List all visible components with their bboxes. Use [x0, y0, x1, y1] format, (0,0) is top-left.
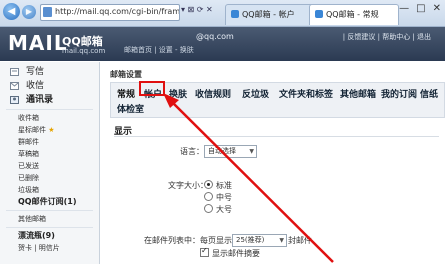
- address-bar[interactable]: http://mail.qq.com/cgi-bin/frame_html?si…: [40, 4, 180, 21]
- mail-logo[interactable]: MAIL: [8, 31, 68, 55]
- sidebar-divider: [6, 210, 93, 211]
- forward-icon[interactable]: ▶: [22, 5, 36, 19]
- user-email[interactable]: @qq.com: [196, 32, 234, 41]
- sidebar-item-group[interactable]: 群邮件: [0, 136, 99, 148]
- tab-other-mail[interactable]: 其他邮箱: [340, 87, 376, 100]
- tab-antispam[interactable]: 反垃圾: [242, 87, 269, 100]
- sidebar-item-deleted[interactable]: 已删除: [0, 172, 99, 184]
- tab-general[interactable]: 常规: [117, 87, 135, 100]
- sidebar-compose[interactable]: 写信: [0, 65, 99, 79]
- sidebar-inbox-check[interactable]: 收信: [0, 79, 99, 93]
- sidebar-item-other-mail[interactable]: 其他邮箱: [0, 213, 99, 225]
- radio-icon: [204, 204, 213, 213]
- close-icon[interactable]: ✕: [433, 3, 441, 14]
- language-select[interactable]: 自动选择: [204, 145, 257, 158]
- tab-label: QQ邮箱 - 帐户: [242, 10, 295, 19]
- tab-label: QQ邮箱 - 常规: [326, 10, 379, 19]
- sidebar-label: 收信: [26, 81, 45, 91]
- font-standard-radio[interactable]: 标准: [204, 180, 232, 191]
- tab-skin[interactable]: 换肤: [169, 87, 187, 100]
- browser-tab-general[interactable]: QQ邮箱 - 常规: [309, 4, 399, 25]
- sidebar-label: 通讯录: [26, 95, 54, 105]
- section-divider: [114, 136, 439, 137]
- address-url: http://mail.qq.com/cgi-bin/frame_html?si…: [55, 7, 180, 16]
- radio-icon: [204, 180, 213, 189]
- page-title: 邮箱设置: [110, 70, 142, 79]
- tab-stationery[interactable]: 信纸: [420, 87, 438, 100]
- header-links[interactable]: 邮箱首页 | 设置 - 换肤: [124, 45, 194, 55]
- contacts-icon: [10, 96, 19, 104]
- sidebar-item-spam[interactable]: 垃圾箱: [0, 184, 99, 196]
- logo-sub: mail.qq.com: [62, 47, 106, 55]
- receive-icon: [10, 82, 19, 90]
- sidebar-divider: [6, 109, 93, 110]
- window-controls: — □ ✕: [392, 3, 441, 14]
- mail-header: MAIL QQ邮箱 mail.qq.com @qq.com 邮箱首页 | 设置 …: [0, 27, 445, 61]
- font-medium-radio[interactable]: 中号: [204, 192, 232, 203]
- checkbox-label: 显示邮件摘要: [212, 249, 260, 258]
- font-large-radio[interactable]: 大号: [204, 204, 232, 215]
- radio-icon: [204, 192, 213, 201]
- checkbox-icon: [200, 246, 209, 257]
- sidebar-label: 星标邮件: [18, 126, 46, 134]
- minimize-icon[interactable]: —: [399, 3, 409, 14]
- per-page-label: 每页显示: [200, 236, 232, 245]
- list-label: 在邮件列表中：: [144, 236, 200, 245]
- maximize-icon[interactable]: □: [416, 3, 425, 14]
- tab-rules[interactable]: 收信规则: [195, 87, 231, 100]
- sidebar-divider: [6, 227, 93, 228]
- tab-folders[interactable]: 文件夹和标签: [279, 87, 333, 100]
- sidebar-item-subscriptions[interactable]: QQ邮件订阅(1): [0, 196, 99, 208]
- browser-toolbar: ◀ ▶ http://mail.qq.com/cgi-bin/frame_htm…: [0, 0, 445, 27]
- sidebar-item-drafts[interactable]: 草稿箱: [0, 148, 99, 160]
- per-page-select[interactable]: 25(推荐): [232, 234, 287, 247]
- radio-label: 中号: [216, 193, 232, 202]
- tab-subscriptions[interactable]: 我的订阅: [381, 87, 417, 100]
- radio-label: 大号: [216, 205, 232, 214]
- show-summary-checkbox[interactable]: 显示邮件摘要: [200, 246, 260, 259]
- radio-label: 标准: [216, 181, 232, 190]
- star-icon: ★: [48, 126, 55, 134]
- sidebar: 写信 收信 通讯录 收件箱 星标邮件 ★ 群邮件 草稿箱 已发送 已删除 垃圾箱…: [0, 62, 100, 264]
- highlight-box: [139, 81, 165, 96]
- qq-tab-icon: [231, 10, 239, 18]
- page-icon: [43, 7, 52, 17]
- per-page-unit: 封邮件: [288, 236, 312, 245]
- browser-tab-account[interactable]: QQ邮箱 - 帐户: [225, 4, 317, 25]
- sidebar-item-sent[interactable]: 已发送: [0, 160, 99, 172]
- sidebar-item-bottle[interactable]: 漂流瓶(9): [0, 230, 99, 242]
- qq-tab-icon: [315, 10, 323, 18]
- sidebar-item-cards[interactable]: 贺卡 | 明信片: [0, 242, 99, 254]
- tab-checkup[interactable]: 体检室: [117, 102, 144, 115]
- sidebar-contacts[interactable]: 通讯录: [0, 93, 99, 107]
- sidebar-item-inbox[interactable]: 收件箱: [0, 112, 99, 124]
- header-right-links[interactable]: | 反馈建议 | 帮助中心 | 退出: [343, 32, 431, 42]
- language-label: 语言：: [180, 147, 204, 156]
- address-controls[interactable]: ▾ ⊠ ⟳ ✕: [181, 5, 213, 14]
- compose-icon: [10, 68, 19, 76]
- font-size-label: 文字大小：: [168, 181, 208, 190]
- sidebar-label: 写信: [26, 67, 45, 77]
- sidebar-item-starred[interactable]: 星标邮件 ★: [0, 124, 99, 136]
- back-icon[interactable]: ◀: [3, 3, 20, 20]
